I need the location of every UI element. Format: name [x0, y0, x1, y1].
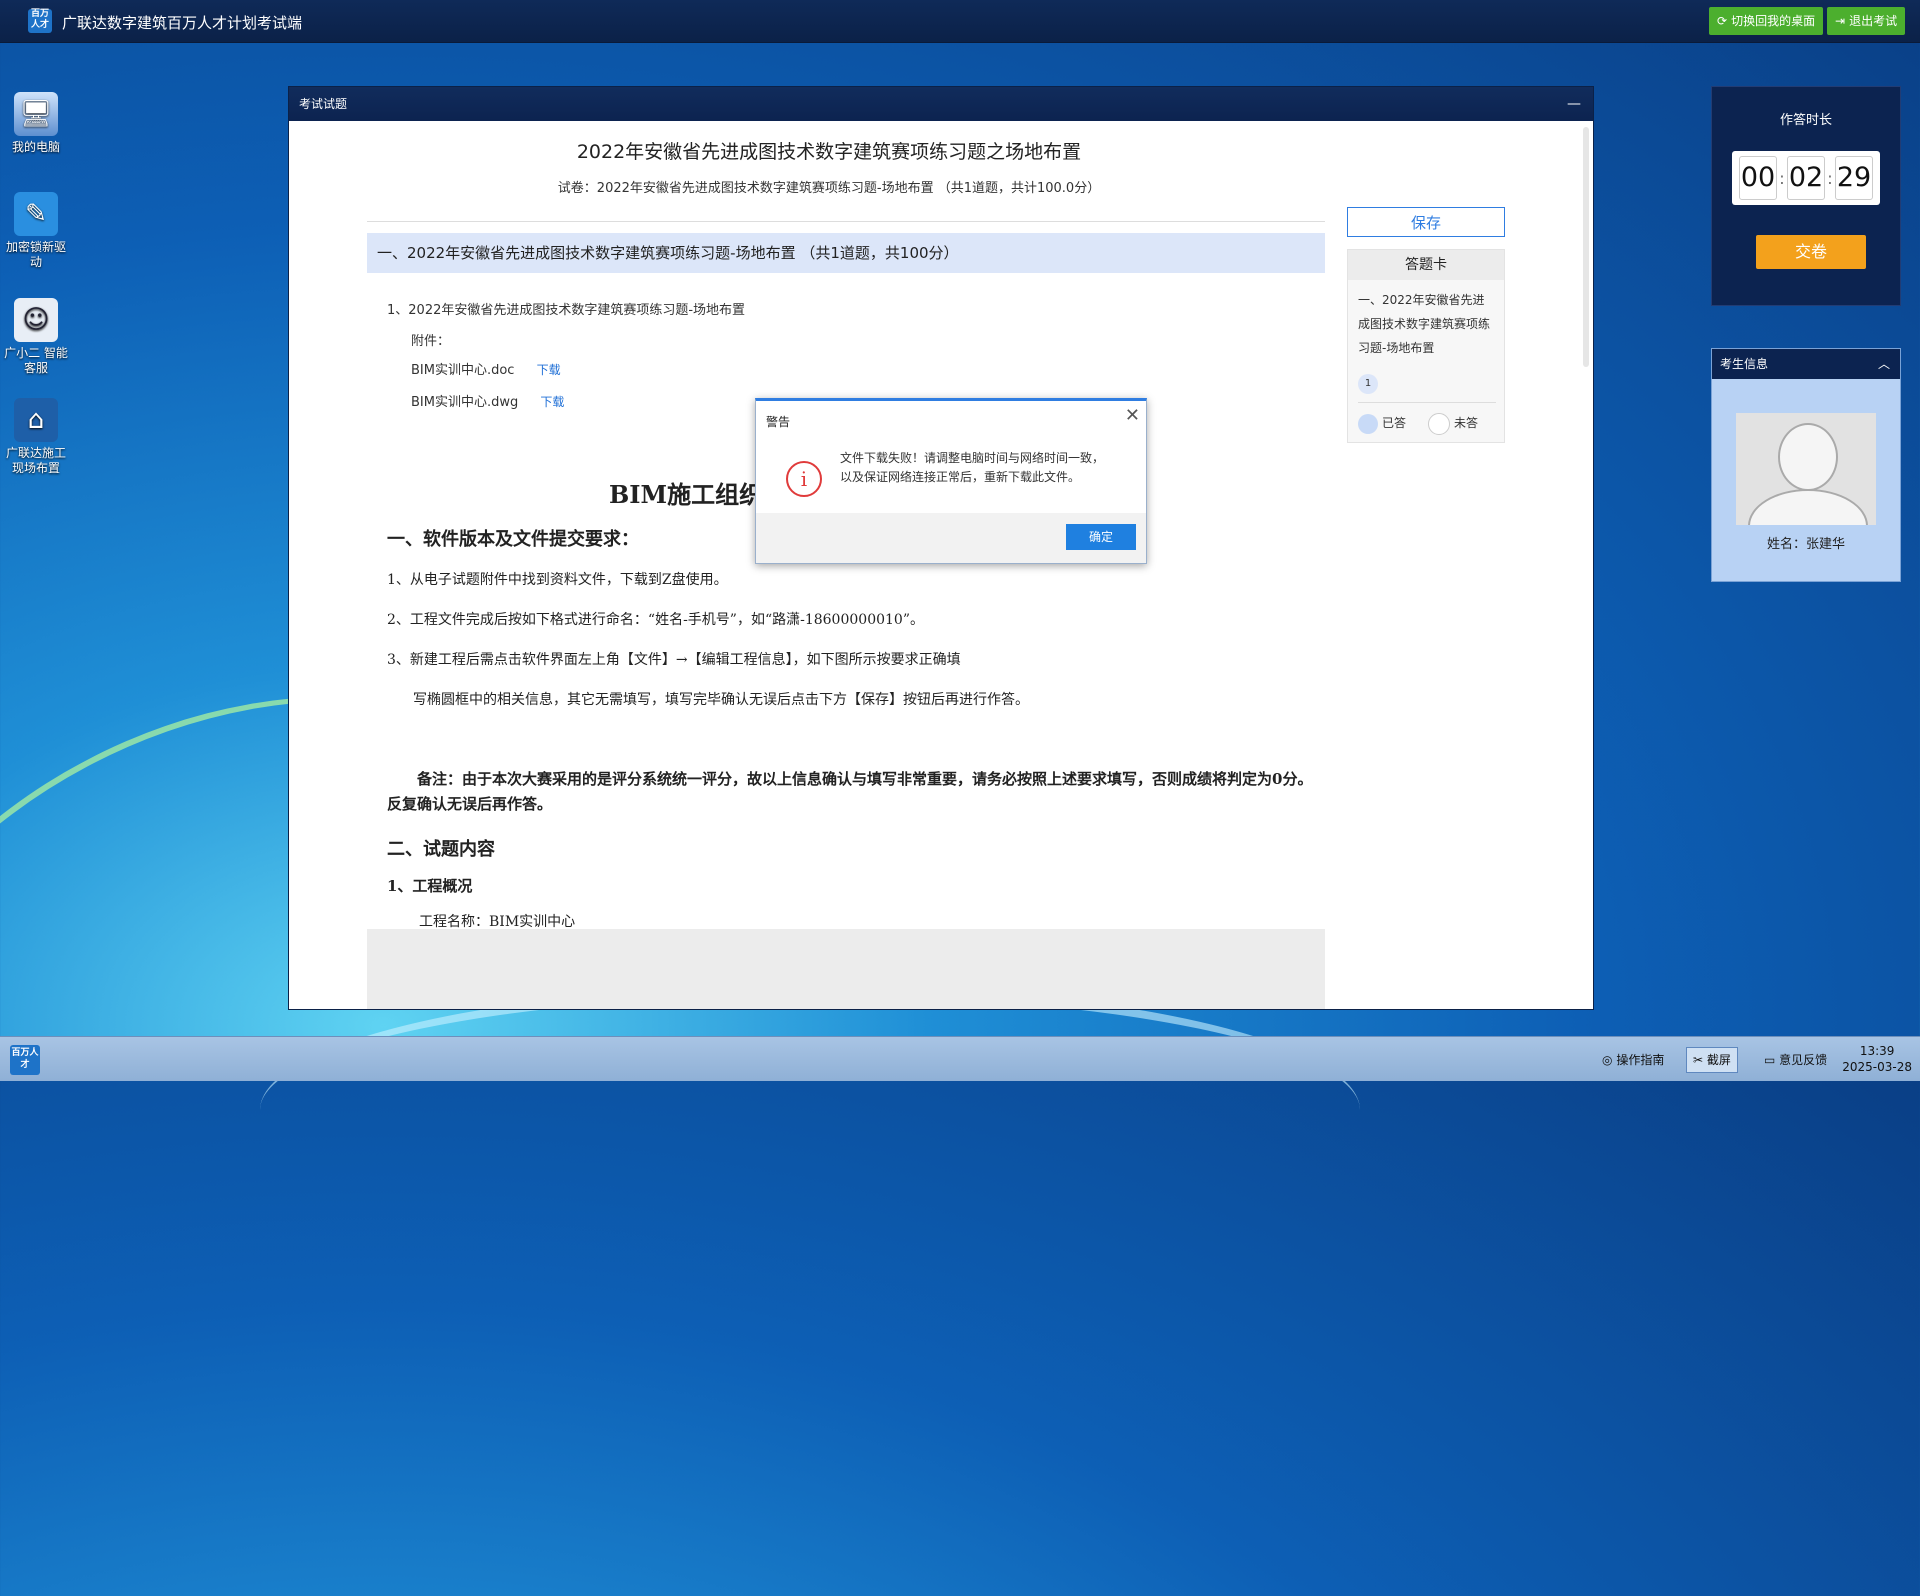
dialog-footer: 确定 [756, 513, 1146, 563]
timer-panel: 作答时长 00 : 02 : 29 交卷 [1711, 86, 1901, 306]
switch-desktop-button[interactable]: ⟳ 切换回我的桌面 [1709, 7, 1824, 35]
attachment-row: BIM实训中心.dwg 下载 [411, 391, 564, 410]
doc-paragraph: 3、新建工程后需点击软件界面左上角【文件】→【编辑工程信息】，如下图所示按要求正… [387, 652, 961, 668]
paper-subtitle: 试卷：2022年安徽省先进成图技术数字建筑赛项练习题-场地布置 （共1道题，共计… [557, 181, 1101, 196]
candidate-name: 姓名：张建华 [1766, 537, 1845, 552]
desktop-icon-label: 加密锁新驱动 [5, 240, 66, 269]
legend-label: 未答 [1454, 416, 1479, 430]
timer-colon: : [1827, 168, 1833, 188]
save-button[interactable]: 保存 [1347, 207, 1505, 237]
answer-card-section: 一、2022年安徽省先进成图技术数字建筑赛项练习题-场地布置 [1358, 293, 1491, 355]
chat-icon: ▭ [1764, 1053, 1776, 1067]
feedback-label: 意见反馈 [1779, 1053, 1828, 1067]
screenshot-label: 截屏 [1706, 1053, 1731, 1067]
divider [1358, 402, 1496, 403]
doc-paragraph: 工程名称：BIM实训中心 [419, 914, 576, 930]
switch-icon: ⟳ [1717, 14, 1728, 28]
screenshot-button[interactable]: ✂ 截屏 [1686, 1047, 1738, 1073]
candidate-panel: 考生信息 ︿ 姓名：张建华 [1711, 348, 1901, 582]
doc-subheading: 1、工程概况 [387, 877, 473, 895]
attachment-row: BIM实训中心.doc 下载 [411, 359, 561, 378]
timer-display: 00 : 02 : 29 [1732, 151, 1880, 205]
feedback-button[interactable]: ▭ 意见反馈 [1758, 1048, 1833, 1072]
download-link[interactable]: 下载 [540, 395, 564, 409]
download-link[interactable]: 下载 [537, 363, 561, 377]
switch-desktop-label: 切换回我的桌面 [1731, 14, 1816, 28]
exit-icon: ⇥ [1835, 14, 1846, 28]
compass-icon: ◎ [1602, 1053, 1613, 1067]
start-logo-button[interactable]: 百万人才 [10, 1045, 40, 1075]
attachment-label: 附件： [411, 334, 451, 349]
doc-paragraph: 写椭圆框中的相关信息，其它无需填写，填写完毕确认无误后点击下方【保存】按钮后再进… [413, 692, 1029, 708]
robot-icon: ☺ [14, 298, 58, 342]
info-icon: i [786, 461, 822, 497]
answer-area [367, 929, 1325, 1009]
legend-unanswered: 未答 [1428, 412, 1478, 435]
screenshot-icon: ✂ [1693, 1053, 1704, 1067]
section-header: 一、2022年安徽省先进成图技术数字建筑赛项练习题-场地布置 （共1道题，共10… [367, 233, 1325, 273]
attachment-name: BIM实训中心.dwg [411, 395, 519, 410]
candidate-header[interactable]: 考生信息 ︿ [1712, 349, 1900, 379]
timer-hours: 00 [1739, 156, 1777, 200]
construction-icon: ⌂ [14, 398, 58, 442]
desktop-icon-label: 广小二 智能客服 [4, 346, 68, 375]
ok-button[interactable]: 确定 [1066, 524, 1136, 550]
avatar-head [1778, 423, 1838, 491]
taskbar: 百万人才 ◎ 操作指南 ✂ 截屏 ▭ 意见反馈 13:39 2025-03-28 [0, 1036, 1920, 1081]
app-title-bar: 百万人才 广联达数字建筑百万人才计划考试端 ⟳ 切换回我的桌面 ⇥ 退出考试 [0, 0, 1920, 43]
doc-heading: 二、试题内容 [387, 839, 495, 860]
close-icon[interactable]: ✕ [1125, 405, 1140, 426]
question-number-button[interactable]: 1 [1358, 374, 1378, 394]
exit-exam-label: 退出考试 [1849, 14, 1898, 28]
answer-card: 答题卡 一、2022年安徽省先进成图技术数字建筑赛项练习题-场地布置 1 已答 … [1347, 249, 1505, 443]
doc-paragraph: 2、工程文件完成后按如下格式进行命名：“姓名-手机号”，如“路潇-1860000… [387, 612, 924, 628]
avatar [1736, 413, 1876, 525]
timer-title: 作答时长 [1779, 113, 1832, 128]
candidate-title: 考生信息 [1720, 357, 1769, 371]
computer-icon: 🖥 [14, 92, 58, 136]
paper-title: 2022年安徽省先进成图技术数字建筑赛项练习题之场地布置 [576, 141, 1082, 163]
submit-exam-button[interactable]: 交卷 [1756, 235, 1866, 269]
chevron-up-icon[interactable]: ︿ [1878, 349, 1890, 379]
scrollbar[interactable] [1583, 127, 1589, 367]
dialog-message: 文件下载失败！请调整电脑时间与网络时间一致，以及保证网络连接正常后，重新下载此文… [840, 451, 1105, 484]
desktop-icon-dongle-driver[interactable]: ✎ 加密锁新驱动 [4, 192, 68, 270]
exit-exam-button[interactable]: ⇥ 退出考试 [1827, 7, 1906, 35]
guide-button[interactable]: ◎ 操作指南 [1596, 1048, 1670, 1072]
divider [367, 221, 1325, 222]
app-title: 广联达数字建筑百万人才计划考试端 [62, 14, 303, 32]
exam-window-titlebar: 考试试题 — [289, 87, 1593, 121]
timer-minutes: 02 [1787, 156, 1825, 200]
desktop-icon-label: 广联达施工 现场布置 [5, 446, 66, 475]
dongle-driver-icon: ✎ [14, 192, 58, 236]
clock-time: 13:39 [1859, 1044, 1895, 1058]
app-logo: 百万人才 [28, 9, 52, 33]
attachment-name: BIM实训中心.doc [411, 363, 515, 378]
desktop-icon-my-computer[interactable]: 🖥 我的电脑 [4, 92, 68, 155]
system-clock[interactable]: 13:39 2025-03-28 [1842, 1043, 1912, 1075]
exam-window-title: 考试试题 [299, 97, 348, 111]
desktop-icon-site-layout[interactable]: ⌂ 广联达施工 现场布置 [4, 398, 68, 476]
doc-paragraph: 1、从电子试题附件中找到资料文件，下载到Z盘使用。 [387, 572, 728, 588]
answer-card-title: 答题卡 [1348, 250, 1504, 280]
avatar-body [1748, 489, 1868, 525]
desktop-icon-label: 我的电脑 [11, 140, 60, 154]
desktop-icon-robot[interactable]: ☺ 广小二 智能客服 [4, 298, 68, 376]
dialog-title: 警告 [766, 415, 791, 429]
legend-answered: 已答 [1358, 412, 1406, 434]
wallpaper-swoosh [260, 985, 1360, 1235]
question-title: 1、2022年安徽省先进成图技术数字建筑赛项练习题-场地布置 [387, 303, 746, 318]
doc-note: 备注：由于本次大赛采用的是评分系统统一评分，故以上信息确认与填写非常重要，请务必… [387, 770, 1313, 813]
timer-seconds: 29 [1835, 156, 1873, 200]
minimize-button[interactable]: — [1567, 87, 1581, 121]
unanswered-dot-icon [1428, 412, 1450, 435]
clock-date: 2025-03-28 [1842, 1060, 1912, 1074]
legend-label: 已答 [1382, 416, 1407, 430]
warning-dialog: 警告 ✕ i 文件下载失败！请调整电脑时间与网络时间一致，以及保证网络连接正常后… [755, 398, 1147, 564]
guide-label: 操作指南 [1616, 1053, 1665, 1067]
answered-dot-icon [1358, 413, 1378, 434]
timer-colon: : [1779, 168, 1785, 188]
